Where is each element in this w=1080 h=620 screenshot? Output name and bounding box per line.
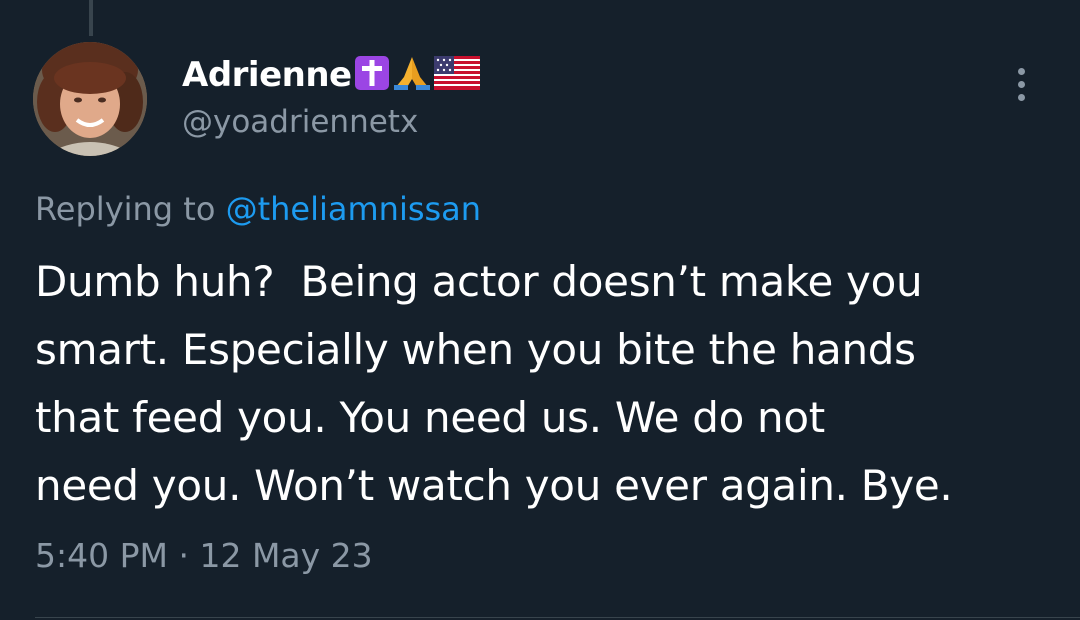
display-name[interactable]: Adrienne: [182, 55, 352, 95]
tweet-date[interactable]: 12 May 23: [199, 536, 372, 575]
avatar[interactable]: [33, 42, 147, 156]
more-options-icon[interactable]: [1003, 68, 1039, 112]
tweet-time[interactable]: 5:40 PM: [35, 536, 168, 575]
replying-to-mention-link[interactable]: @theliamnissan: [226, 190, 481, 228]
replying-to-line: Replying to @theliamnissan: [35, 190, 481, 228]
meta-separator: ·: [178, 536, 189, 575]
tweet-timestamp[interactable]: 5:40 PM · 12 May 23: [35, 536, 373, 575]
avatar-photo: [33, 42, 147, 156]
thread-connector-line: [89, 0, 93, 36]
tweet-text: Dumb huh? Being actor doesn’t make you s…: [35, 257, 953, 510]
latin-cross-icon: [354, 55, 390, 95]
author-name-row[interactable]: Adrienne: [182, 52, 480, 98]
author-handle[interactable]: @yoadriennetx: [182, 104, 418, 140]
replying-to-label: Replying to: [35, 190, 216, 228]
praying-hands-icon: [392, 55, 432, 95]
divider: [35, 617, 1080, 618]
us-flag-icon: [433, 56, 480, 94]
